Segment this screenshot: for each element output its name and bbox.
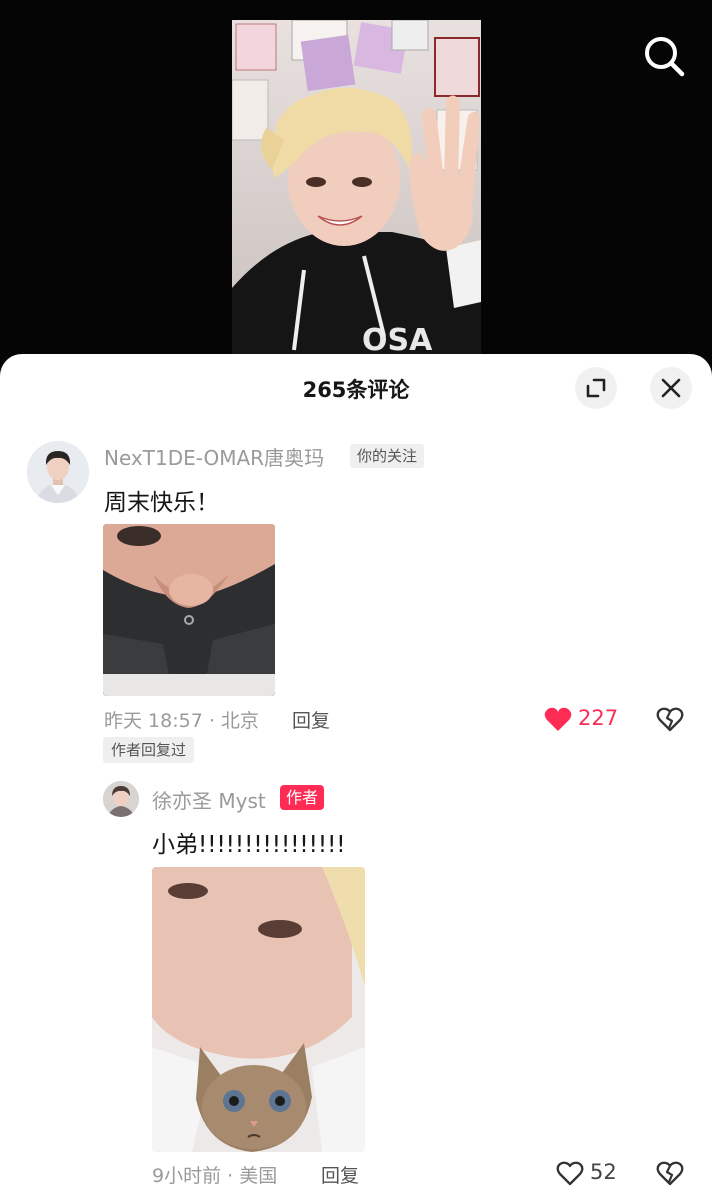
video-player[interactable]: OSA — [0, 0, 712, 372]
search-button[interactable] — [640, 32, 688, 80]
avatar[interactable] — [103, 781, 139, 817]
author-replied-badge: 作者回复过 — [103, 737, 195, 763]
comment-time-location: 昨天 18:57 · 北京 — [104, 710, 259, 732]
video-thumbnail[interactable]: OSA — [232, 20, 481, 372]
reply-photo — [152, 867, 365, 1152]
reply-text: 小弟!!!!!!!!!!!!!!!! — [152, 832, 346, 858]
heart-icon[interactable] — [544, 706, 572, 732]
video-scene-image: OSA — [232, 20, 481, 372]
comment-username[interactable]: NexT1DE-OMAR唐奥玛 — [104, 442, 324, 471]
avatar[interactable] — [27, 441, 89, 503]
reply-image[interactable] — [152, 867, 365, 1152]
broken-heart-icon[interactable] — [656, 706, 684, 732]
close-icon — [661, 378, 681, 398]
author-tag: 作者 — [280, 785, 325, 810]
comment-text: 周末快乐！ — [104, 490, 219, 516]
heart-icon[interactable] — [556, 1160, 584, 1186]
svg-text:OSA: OSA — [362, 323, 433, 358]
avatar-image — [103, 781, 139, 817]
reply-button[interactable]: 回复 — [292, 706, 330, 733]
following-tag: 你的关注 — [350, 444, 425, 468]
reply-username[interactable]: 徐亦圣 Myst — [152, 785, 266, 814]
expand-icon — [586, 378, 606, 398]
like-count: 52 — [590, 1160, 617, 1184]
close-button[interactable] — [650, 367, 692, 409]
expand-button[interactable] — [575, 367, 617, 409]
broken-heart-icon[interactable] — [656, 1160, 684, 1186]
reply-time-location: 9小时前 · 美国 — [152, 1165, 278, 1187]
like-count: 227 — [578, 706, 619, 730]
comment-photo — [103, 524, 275, 696]
comment-image[interactable] — [103, 524, 275, 696]
search-icon — [645, 37, 685, 77]
avatar-image — [27, 441, 89, 503]
reply-button[interactable]: 回复 — [321, 1161, 359, 1188]
comments-panel: 265条评论 NexT1DE-OMAR唐奥玛 你的关注 周末快乐！ 昨天 18:… — [0, 354, 712, 1200]
